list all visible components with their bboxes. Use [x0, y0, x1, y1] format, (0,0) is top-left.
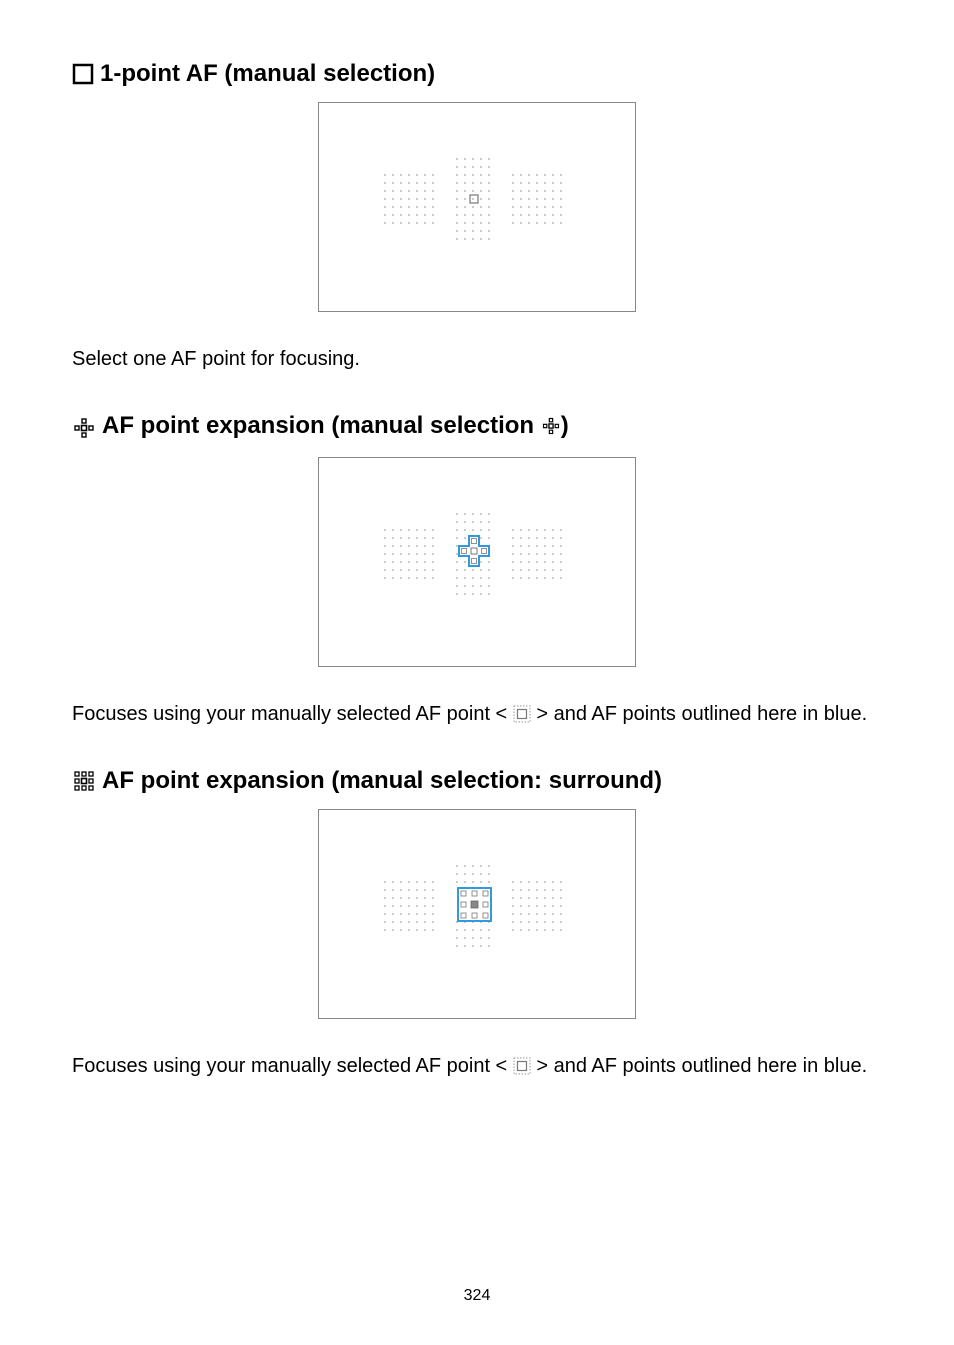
heading-1-point-af: 1-point AF (manual selection)	[72, 60, 882, 88]
section-expand-surround: AF point expansion (manual selection: su…	[72, 767, 882, 1081]
heading-expand-cross: AF point expansion (manual selection )	[72, 412, 882, 443]
body-text-3: Focuses using your manually selected AF …	[72, 1051, 882, 1081]
expand-surround-icon	[72, 769, 96, 793]
single-point-icon	[72, 63, 94, 85]
diagram-wrap	[72, 102, 882, 312]
expand-cross-small-icon	[541, 415, 561, 443]
af-point-frame-icon	[513, 702, 531, 720]
diagram-wrap	[72, 809, 882, 1019]
page-number: 324	[0, 1287, 954, 1305]
af-point-frame-icon	[513, 1054, 531, 1072]
heading-text: AF point expansion (manual selection )	[102, 412, 569, 443]
section-1-point-af: 1-point AF (manual selection)	[72, 60, 882, 374]
body-text-2: Focuses using your manually selected AF …	[72, 699, 882, 729]
heading-text: AF point expansion (manual selection: su…	[102, 767, 662, 795]
diagram-cross	[318, 457, 636, 667]
expand-cross-icon	[72, 416, 96, 440]
diagram-1-point	[318, 102, 636, 312]
heading-expand-surround: AF point expansion (manual selection: su…	[72, 767, 882, 795]
heading-text: 1-point AF (manual selection)	[100, 60, 435, 88]
diagram-surround	[318, 809, 636, 1019]
diagram-wrap	[72, 457, 882, 667]
body-text-1: Select one AF point for focusing.	[72, 344, 882, 374]
section-expand-cross: AF point expansion (manual selection )	[72, 412, 882, 729]
